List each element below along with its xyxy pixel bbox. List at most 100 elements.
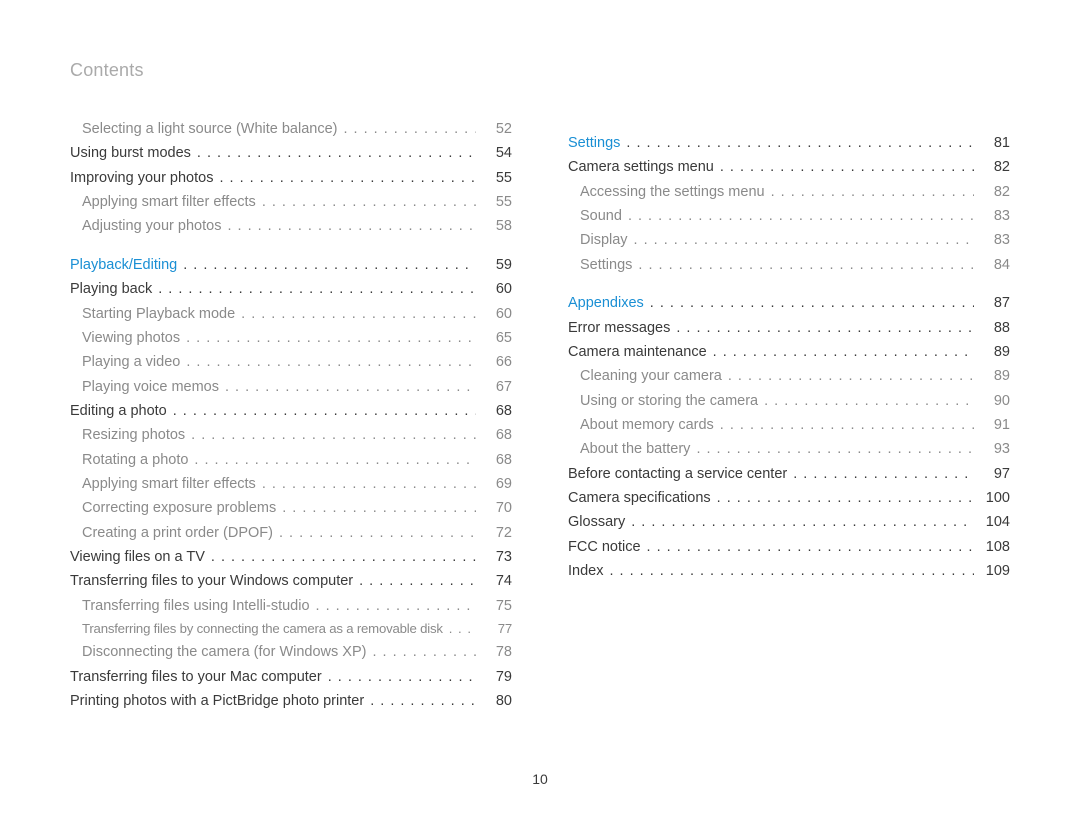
- toc-entry[interactable]: Transferring files to your Mac computer.…: [70, 665, 512, 689]
- toc-dots: . . . . . . . . . . . . . . . . . . . . …: [225, 375, 476, 399]
- toc-entry-page: 58: [482, 214, 512, 238]
- toc-entry-page: 74: [482, 569, 512, 593]
- toc-entry[interactable]: Applying smart filter effects. . . . . .…: [70, 190, 512, 214]
- toc-entry[interactable]: Index. . . . . . . . . . . . . . . . . .…: [568, 559, 1010, 583]
- toc-entry-text: Appendixes: [568, 291, 644, 315]
- toc-entry-page: 60: [482, 277, 512, 301]
- toc-entry[interactable]: Adjusting your photos. . . . . . . . . .…: [70, 214, 512, 238]
- toc-dots: . . . . . . . . . . . . . . . . . . . . …: [720, 413, 974, 437]
- toc-entry-page: 81: [980, 131, 1010, 155]
- toc-entry-text: FCC notice: [568, 535, 641, 559]
- toc-columns: Selecting a light source (White balance)…: [70, 117, 1010, 713]
- toc-entry-text: About memory cards: [568, 413, 714, 437]
- toc-dots: . . . . . . . . . . . . . . . . . . . . …: [316, 594, 476, 618]
- toc-entry[interactable]: Starting Playback mode. . . . . . . . . …: [70, 302, 512, 326]
- toc-dots: . . . . . . . . . . . . . . . . . . . . …: [764, 389, 974, 413]
- toc-dots: . . . . . . . . . . . . . . . . . . . . …: [720, 155, 974, 179]
- toc-dots: . . . . . . . . . . . . . . . . . . . . …: [359, 569, 476, 593]
- toc-entry[interactable]: About memory cards. . . . . . . . . . . …: [568, 413, 1010, 437]
- toc-entry-text: Transferring files using Intelli-studio: [70, 594, 310, 618]
- toc-entry[interactable]: Viewing photos. . . . . . . . . . . . . …: [70, 326, 512, 350]
- toc-dots: . . . . . . . . . . . . . . . . . . . . …: [647, 535, 974, 559]
- toc-entry[interactable]: Viewing files on a TV. . . . . . . . . .…: [70, 545, 512, 569]
- toc-dots: . . . . . . . . . . . . . . . . . . . . …: [650, 291, 974, 315]
- toc-entry[interactable]: Creating a print order (DPOF). . . . . .…: [70, 521, 512, 545]
- toc-entry-text: Index: [568, 559, 603, 583]
- toc-entry-page: 60: [482, 302, 512, 326]
- toc-entry[interactable]: Cleaning your camera. . . . . . . . . . …: [568, 364, 1010, 388]
- toc-entry[interactable]: Display. . . . . . . . . . . . . . . . .…: [568, 228, 1010, 252]
- toc-entry-page: 59: [482, 253, 512, 277]
- toc-entry[interactable]: Settings. . . . . . . . . . . . . . . . …: [568, 253, 1010, 277]
- toc-entry-page: 77: [482, 618, 512, 640]
- toc-column-right: Settings . . . . . . . . . . . . . . . . …: [568, 117, 1010, 713]
- toc-entry-text: Viewing files on a TV: [70, 545, 205, 569]
- toc-entry[interactable]: Editing a photo. . . . . . . . . . . . .…: [70, 399, 512, 423]
- toc-entry-text: Settings: [568, 253, 632, 277]
- toc-entry[interactable]: Selecting a light source (White balance)…: [70, 117, 512, 141]
- toc-entry-page: 104: [980, 510, 1010, 534]
- toc-entry-page: 68: [482, 423, 512, 447]
- toc-entry-text: Error messages: [568, 316, 670, 340]
- toc-entry[interactable]: Applying smart filter effects. . . . . .…: [70, 472, 512, 496]
- toc-entry-page: 90: [980, 389, 1010, 413]
- toc-entry[interactable]: Transferring files by connecting the cam…: [70, 618, 512, 640]
- toc-entry-page: 69: [482, 472, 512, 496]
- toc-dots: . . . . . . . . . . . . . . . . . . . . …: [728, 364, 974, 388]
- page-number: 10: [532, 771, 548, 787]
- toc-dots: . . . . . . . . . . . . . . . . . . . . …: [676, 316, 974, 340]
- toc-dots: . . . . . . . . . . . . . . . . . . . . …: [713, 340, 974, 364]
- toc-entry-text: Applying smart filter effects: [70, 472, 256, 496]
- toc-entry[interactable]: Camera specifications. . . . . . . . . .…: [568, 486, 1010, 510]
- toc-entry[interactable]: Playback/Editing. . . . . . . . . . . . …: [70, 253, 512, 277]
- toc-entry[interactable]: Appendixes. . . . . . . . . . . . . . . …: [568, 291, 1010, 315]
- toc-dots: . . . . . . . . . . . . . . . . . . . . …: [696, 437, 974, 461]
- toc-entry[interactable]: Settings. . . . . . . . . . . . . . . . …: [568, 131, 1010, 155]
- toc-entry-text: Correcting exposure problems: [70, 496, 276, 520]
- toc-entry[interactable]: Playing a video. . . . . . . . . . . . .…: [70, 350, 512, 374]
- toc-entry[interactable]: Transferring files using Intelli-studio.…: [70, 594, 512, 618]
- toc-entry[interactable]: Before contacting a service center. . . …: [568, 462, 1010, 486]
- toc-entry[interactable]: Playing voice memos. . . . . . . . . . .…: [70, 375, 512, 399]
- toc-entry[interactable]: Glossary. . . . . . . . . . . . . . . . …: [568, 510, 1010, 534]
- toc-entry[interactable]: Camera maintenance. . . . . . . . . . . …: [568, 340, 1010, 364]
- toc-entry[interactable]: Using or storing the camera. . . . . . .…: [568, 389, 1010, 413]
- toc-dots: . . . . . . . . . . . . . . . . . . . . …: [186, 326, 476, 350]
- toc-dots: . . . . . . . . . . . . . . . . . . . . …: [194, 448, 476, 472]
- toc-entry[interactable]: Camera settings menu. . . . . . . . . . …: [568, 155, 1010, 179]
- toc-entry[interactable]: Playing back. . . . . . . . . . . . . . …: [70, 277, 512, 301]
- toc-dots: . . . . . . . . . . . . . . . . . . . . …: [197, 141, 476, 165]
- toc-entry[interactable]: Improving your photos. . . . . . . . . .…: [70, 166, 512, 190]
- toc-entry-page: 79: [482, 665, 512, 689]
- toc-entry[interactable]: Rotating a photo. . . . . . . . . . . . …: [70, 448, 512, 472]
- toc-entry[interactable]: Disconnecting the camera (for Windows XP…: [70, 640, 512, 664]
- toc-entry[interactable]: Using burst modes. . . . . . . . . . . .…: [70, 141, 512, 165]
- toc-entry[interactable]: FCC notice. . . . . . . . . . . . . . . …: [568, 535, 1010, 559]
- toc-entry-page: 84: [980, 253, 1010, 277]
- toc-dots: . . . . . . . . . . . . . . . . . . . . …: [279, 521, 476, 545]
- toc-dots: . . . . . . . . . . . . . . . . . . . . …: [191, 423, 476, 447]
- toc-entry[interactable]: Sound. . . . . . . . . . . . . . . . . .…: [568, 204, 1010, 228]
- toc-entry-page: 88: [980, 316, 1010, 340]
- toc-entry-page: 82: [980, 155, 1010, 179]
- toc-dots: . . . . . . . . . . . . . . . . . . . . …: [626, 131, 974, 155]
- toc-entry[interactable]: Transferring files to your Windows compu…: [70, 569, 512, 593]
- toc-entry-text: Rotating a photo: [70, 448, 188, 472]
- toc-entry-page: 75: [482, 594, 512, 618]
- toc-entry-text: Cleaning your camera: [568, 364, 722, 388]
- toc-entry[interactable]: Correcting exposure problems. . . . . . …: [70, 496, 512, 520]
- toc-entry[interactable]: About the battery. . . . . . . . . . . .…: [568, 437, 1010, 461]
- toc-entry[interactable]: Accessing the settings menu. . . . . . .…: [568, 180, 1010, 204]
- toc-entry[interactable]: Printing photos with a PictBridge photo …: [70, 689, 512, 713]
- toc-entry[interactable]: Resizing photos. . . . . . . . . . . . .…: [70, 423, 512, 447]
- toc-dots: . . . . . . . . . . . . . . . . . . . . …: [328, 665, 476, 689]
- toc-entry-page: 93: [980, 437, 1010, 461]
- toc-entry-text: Playing a video: [70, 350, 180, 374]
- toc-entry-page: 89: [980, 340, 1010, 364]
- toc-entry-text: Editing a photo: [70, 399, 167, 423]
- toc-entry-text: Sound: [568, 204, 622, 228]
- toc-entry-page: 97: [980, 462, 1010, 486]
- toc-dots: . . . . . . . . . . . . . . . . . . . . …: [717, 486, 974, 510]
- toc-dots: . . . . . . . . . . . . . . . . . . . . …: [628, 204, 974, 228]
- toc-entry[interactable]: Error messages. . . . . . . . . . . . . …: [568, 316, 1010, 340]
